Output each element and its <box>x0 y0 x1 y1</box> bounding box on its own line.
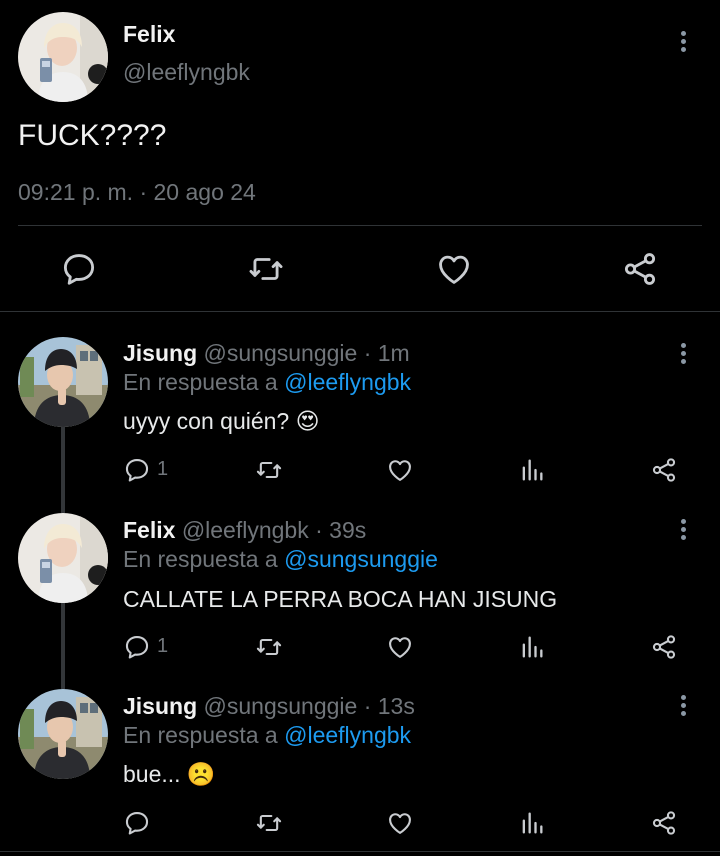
share-icon <box>650 633 678 661</box>
author-name[interactable]: Felix <box>123 21 175 48</box>
reply-button[interactable] <box>123 809 151 837</box>
retweet-button[interactable] <box>254 633 284 661</box>
retweet-button[interactable] <box>254 809 284 837</box>
author-meta: @leeflyngbk · 39s <box>181 517 367 543</box>
like-button[interactable] <box>386 456 414 484</box>
author-name[interactable]: Jisung <box>123 340 197 366</box>
reply-header: Jisung @sungsunggie · 1m <box>123 340 410 367</box>
heart-icon <box>435 250 473 288</box>
reply-header: Jisung @sungsunggie · 13s <box>123 693 415 720</box>
author-handle[interactable]: @leeflyngbk <box>123 59 250 86</box>
divider <box>0 311 720 312</box>
more-options-icon[interactable] <box>671 692 695 722</box>
divider <box>0 851 720 852</box>
retweet-icon <box>254 633 284 661</box>
author-meta: @sungsunggie · 13s <box>203 693 415 719</box>
share-button[interactable] <box>621 250 659 288</box>
author-meta: @sungsunggie · 1m <box>203 340 410 366</box>
reply-count: 1 <box>157 635 169 657</box>
tweet-text: FUCK???? <box>18 119 167 152</box>
reply-context: En respuesta a @leeflyngbk <box>123 369 411 396</box>
reply-prefix: En respuesta a <box>123 369 278 395</box>
reply-icon <box>123 633 151 661</box>
reply-context: En respuesta a @leeflyngbk <box>123 722 411 749</box>
share-button[interactable] <box>650 456 678 484</box>
share-button[interactable] <box>650 633 678 661</box>
avatar[interactable] <box>18 689 108 779</box>
avatar[interactable] <box>18 337 108 427</box>
retweet-button[interactable] <box>254 456 284 484</box>
reply-header: Felix @leeflyngbk · 39s <box>123 517 366 544</box>
share-icon <box>621 250 659 288</box>
reply-context: En respuesta a @sungsunggie <box>123 546 438 573</box>
reply-button[interactable] <box>123 633 151 661</box>
retweet-button[interactable] <box>246 250 286 288</box>
author-name[interactable]: Felix <box>123 517 175 543</box>
retweet-icon <box>254 809 284 837</box>
reply-count: 1 <box>157 458 169 480</box>
like-button[interactable] <box>435 250 473 288</box>
reply-text: CALLATE LA PERRA BOCA HAN JISUNG <box>123 586 558 612</box>
views-button[interactable] <box>518 809 546 837</box>
more-options-icon[interactable] <box>671 340 695 370</box>
stats-icon <box>518 456 546 484</box>
reply-prefix: En respuesta a <box>123 546 278 572</box>
views-button[interactable] <box>518 456 546 484</box>
avatar[interactable] <box>18 513 108 603</box>
heart-icon <box>386 633 414 661</box>
more-options-icon[interactable] <box>671 28 695 58</box>
reply-prefix: En respuesta a <box>123 722 278 748</box>
views-button[interactable] <box>518 633 546 661</box>
more-options-icon[interactable] <box>671 516 695 546</box>
reply-text: bue... ☹️ <box>123 761 216 787</box>
reply-icon <box>123 456 151 484</box>
reply-to-link[interactable]: @sungsunggie <box>284 546 438 572</box>
stats-icon <box>518 809 546 837</box>
avatar[interactable] <box>18 12 108 102</box>
retweet-icon <box>254 456 284 484</box>
share-button[interactable] <box>650 809 678 837</box>
share-icon <box>650 809 678 837</box>
heart-icon <box>386 809 414 837</box>
like-button[interactable] <box>386 809 414 837</box>
reply-to-link[interactable]: @leeflyngbk <box>284 722 411 748</box>
like-button[interactable] <box>386 633 414 661</box>
reply-button[interactable] <box>123 456 151 484</box>
thread-line <box>61 603 65 689</box>
author-name[interactable]: Jisung <box>123 693 197 719</box>
reply-icon <box>60 250 98 288</box>
reply-to-link[interactable]: @leeflyngbk <box>284 369 411 395</box>
reply-button[interactable] <box>60 250 98 288</box>
stats-icon <box>518 633 546 661</box>
thread-line <box>61 427 65 513</box>
retweet-icon <box>246 250 286 288</box>
reply-icon <box>123 809 151 837</box>
share-icon <box>650 456 678 484</box>
divider <box>18 225 702 226</box>
tweet-timestamp: 09:21 p. m. · 20 ago 24 <box>18 179 256 205</box>
reply-text: uyyy con quién? 😍 <box>123 408 320 434</box>
heart-icon <box>386 456 414 484</box>
